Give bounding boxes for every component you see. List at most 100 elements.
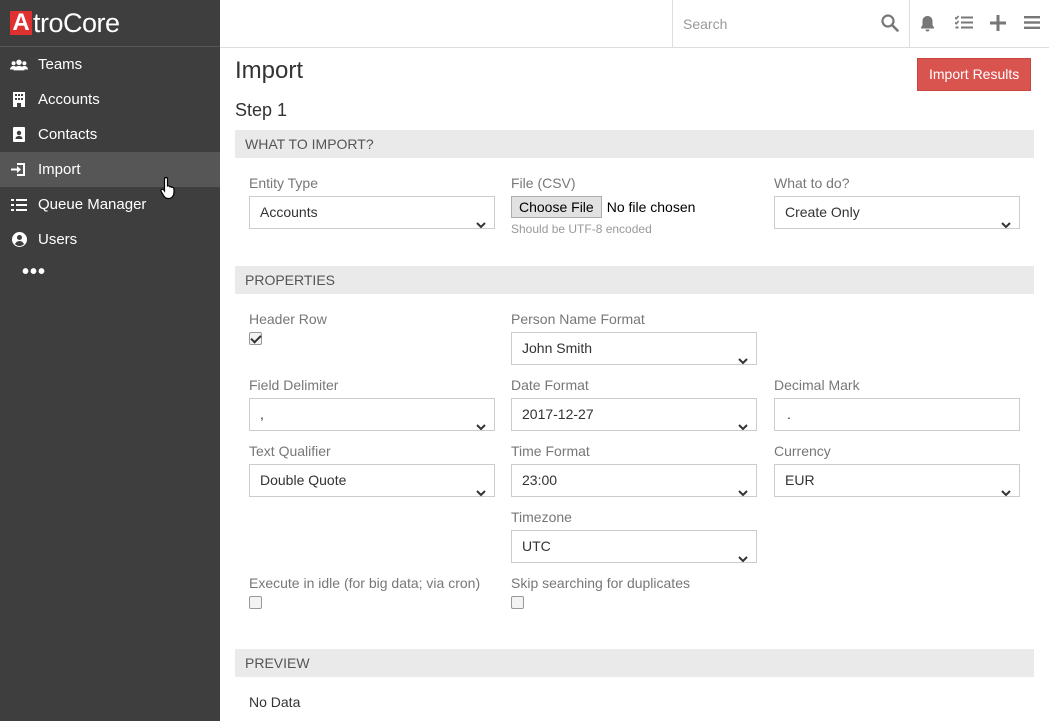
- page-title: Import: [235, 57, 304, 84]
- entity-type-select[interactable]: Accounts: [249, 196, 495, 229]
- person-name-format-select[interactable]: John Smith: [511, 332, 757, 365]
- skip-duplicates-checkbox[interactable]: [511, 596, 524, 609]
- header-row-field: Header Row: [249, 310, 327, 345]
- text-qualifier-field: Text Qualifier Double Quote: [249, 442, 495, 497]
- file-field: File (CSV) Choose File No file chosen Sh…: [511, 174, 695, 236]
- sidebar: A troCore Teams Accounts Contacts Import…: [0, 0, 220, 721]
- topbar: [220, 0, 1049, 48]
- menu-icon[interactable]: [1024, 15, 1040, 33]
- sidebar-item-label: Contacts: [38, 126, 98, 143]
- execute-idle-field: Execute in idle (for big data; via cron): [249, 574, 480, 609]
- building-icon: [10, 92, 28, 108]
- plus-icon[interactable]: [990, 15, 1006, 34]
- chevron-down-icon: [1001, 209, 1011, 240]
- field-delimiter-value: ,: [260, 406, 264, 422]
- sidebar-item-queue-manager[interactable]: Queue Manager: [0, 187, 220, 222]
- person-name-format-value: John Smith: [522, 340, 593, 356]
- sidebar-item-teams[interactable]: Teams: [0, 47, 220, 82]
- currency-select[interactable]: EUR: [774, 464, 1020, 497]
- sidebar-item-label: Import: [38, 161, 81, 178]
- file-status: No file chosen: [606, 199, 696, 215]
- hand-cursor-icon: [160, 176, 178, 203]
- timezone-select[interactable]: UTC: [511, 530, 757, 563]
- sidebar-item-label: Accounts: [38, 91, 100, 108]
- sidebar-item-import[interactable]: Import: [0, 152, 220, 187]
- search-box: [672, 0, 910, 47]
- search-input[interactable]: [683, 8, 883, 39]
- entity-type-field: Entity Type Accounts: [249, 174, 495, 229]
- users-icon: [10, 57, 28, 73]
- task-list-icon[interactable]: [954, 15, 973, 34]
- chevron-down-icon: [738, 411, 748, 442]
- time-format-label: Time Format: [511, 443, 590, 459]
- search-icon[interactable]: [881, 14, 899, 35]
- chevron-down-icon: [476, 411, 486, 442]
- field-delimiter-select[interactable]: ,: [249, 398, 495, 431]
- what-to-do-select[interactable]: Create Only: [774, 196, 1020, 229]
- preview-empty-text: No Data: [249, 694, 301, 710]
- skip-duplicates-field: Skip searching for duplicates: [511, 574, 690, 609]
- section-header-preview: PREVIEW: [235, 649, 1034, 677]
- what-to-do-value: Create Only: [785, 204, 860, 220]
- logo[interactable]: A troCore: [0, 0, 220, 47]
- timezone-label: Timezone: [511, 509, 572, 525]
- entity-type-label: Entity Type: [249, 175, 319, 191]
- import-results-button[interactable]: Import Results: [917, 58, 1032, 91]
- currency-value: EUR: [785, 472, 815, 488]
- time-format-value: 23:00: [522, 472, 558, 488]
- sidebar-item-accounts[interactable]: Accounts: [0, 82, 220, 117]
- time-format-select[interactable]: 23:00: [511, 464, 757, 497]
- section-header-what-to-import: WHAT TO IMPORT?: [235, 130, 1034, 158]
- entity-type-value: Accounts: [260, 204, 318, 220]
- step-title: Step 1: [235, 100, 288, 120]
- currency-field: Currency EUR: [774, 442, 1020, 497]
- sign-in-icon: [10, 162, 28, 178]
- chevron-down-icon: [738, 477, 748, 508]
- main-content: Import Import Results Step 1 WHAT TO IMP…: [220, 48, 1049, 721]
- sidebar-item-label: Users: [38, 231, 78, 248]
- text-qualifier-value: Double Quote: [260, 472, 347, 488]
- execute-idle-label: Execute in idle (for big data; via cron): [249, 575, 481, 591]
- bell-icon[interactable]: [920, 15, 935, 35]
- decimal-mark-label: Decimal Mark: [774, 377, 860, 393]
- list-check-icon: [10, 197, 28, 213]
- chevron-down-icon: [1001, 477, 1011, 508]
- skip-duplicates-label: Skip searching for duplicates: [511, 575, 690, 591]
- file-label: File (CSV): [511, 175, 576, 191]
- chevron-down-icon: [738, 543, 748, 574]
- sidebar-nav: Teams Accounts Contacts Import Queue Man…: [0, 47, 220, 257]
- date-format-label: Date Format: [511, 377, 589, 393]
- chevron-down-icon: [738, 345, 748, 376]
- more-icon[interactable]: •••: [0, 257, 220, 287]
- sidebar-item-users[interactable]: Users: [0, 222, 220, 257]
- sidebar-item-label: Teams: [38, 56, 83, 73]
- timezone-value: UTC: [522, 538, 551, 554]
- timezone-field: Timezone UTC: [511, 508, 757, 563]
- person-name-format-label: Person Name Format: [511, 311, 645, 327]
- decimal-mark-input[interactable]: .: [774, 398, 1020, 431]
- field-delimiter-label: Field Delimiter: [249, 377, 339, 393]
- address-card-icon: [10, 127, 28, 143]
- header-row-checkbox[interactable]: [249, 332, 262, 345]
- time-format-field: Time Format 23:00: [511, 442, 757, 497]
- date-format-field: Date Format 2017-12-27: [511, 376, 757, 431]
- section-header-properties: PROPERTIES: [235, 266, 1034, 294]
- text-qualifier-label: Text Qualifier: [249, 443, 331, 459]
- what-to-do-field: What to do? Create Only: [774, 174, 1020, 229]
- date-format-value: 2017-12-27: [522, 406, 594, 422]
- what-to-do-label: What to do?: [774, 175, 850, 191]
- sidebar-item-contacts[interactable]: Contacts: [0, 117, 220, 152]
- currency-label: Currency: [774, 443, 831, 459]
- date-format-select[interactable]: 2017-12-27: [511, 398, 757, 431]
- choose-file-button[interactable]: Choose File: [511, 196, 602, 218]
- field-delimiter-field: Field Delimiter ,: [249, 376, 495, 431]
- decimal-mark-field: Decimal Mark .: [774, 376, 1020, 431]
- person-name-format-field: Person Name Format John Smith: [511, 310, 757, 365]
- chevron-down-icon: [476, 477, 486, 508]
- execute-idle-checkbox[interactable]: [249, 596, 262, 609]
- user-circle-icon: [10, 232, 28, 248]
- file-hint: Should be UTF-8 encoded: [511, 222, 652, 236]
- text-qualifier-select[interactable]: Double Quote: [249, 464, 495, 497]
- sidebar-item-label: Queue Manager: [38, 196, 147, 213]
- chevron-down-icon: [476, 209, 486, 240]
